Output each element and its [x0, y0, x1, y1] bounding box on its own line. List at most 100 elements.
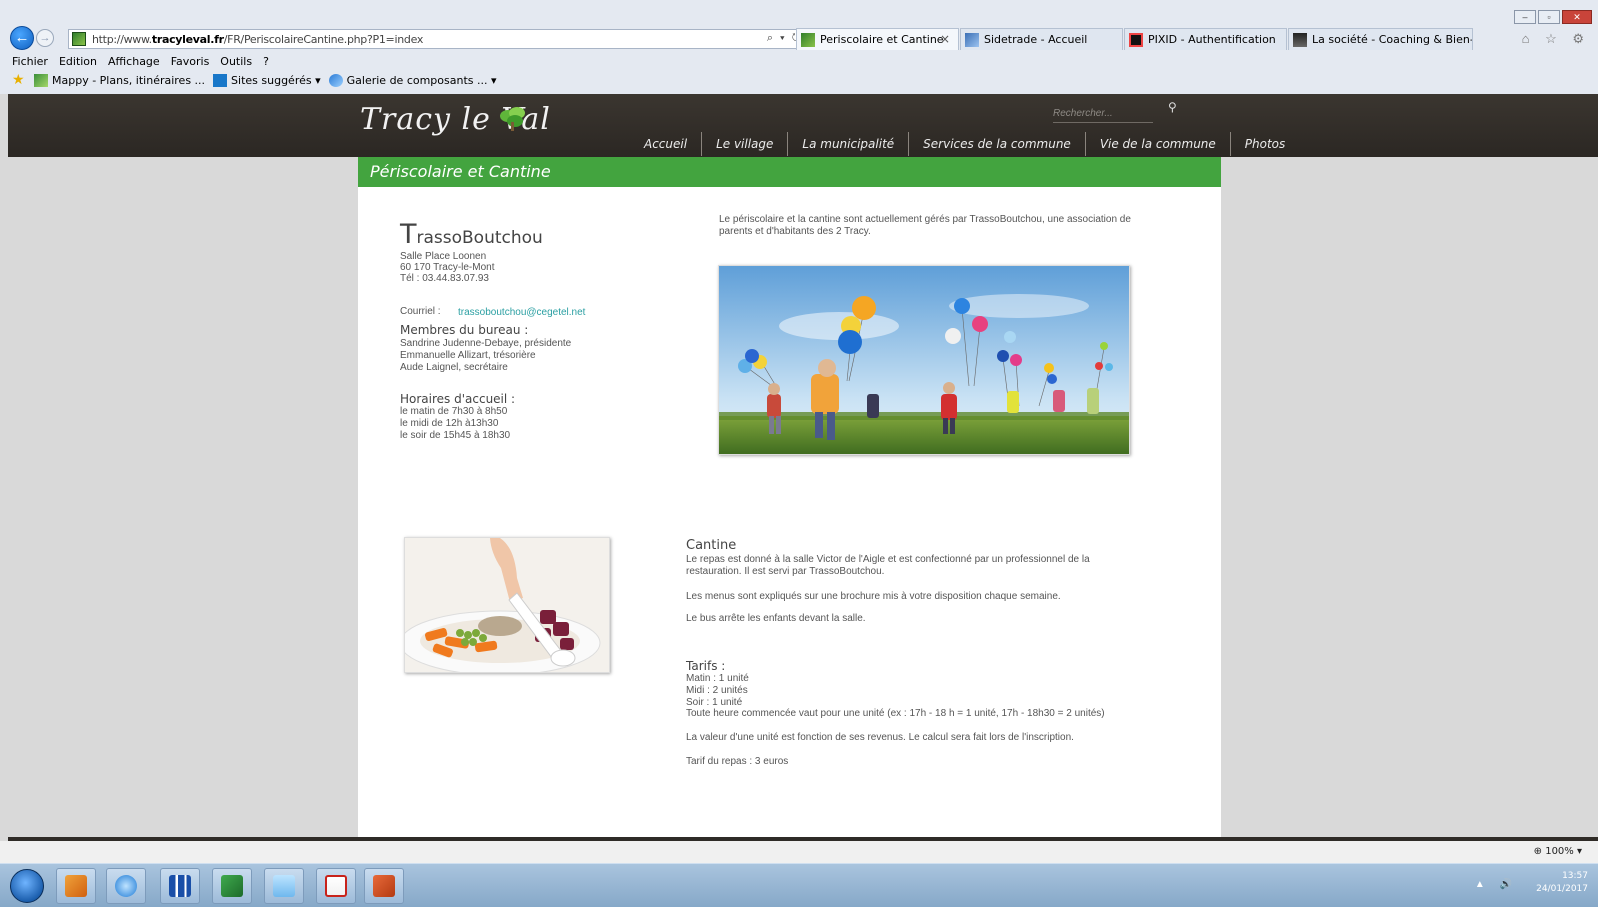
outlook-icon	[65, 875, 87, 897]
tab-label: Periscolaire et Cantine	[820, 33, 944, 46]
menu-help[interactable]: ?	[263, 55, 269, 68]
taskbar-remote-desktop[interactable]	[160, 868, 200, 904]
address-bar[interactable]: http://www.tracyleval.fr/FR/Periscolaire…	[68, 29, 810, 49]
window-controls: – ▫ ✕	[1514, 10, 1592, 24]
bureau-member: Aude Laignel, secrétaire	[400, 362, 508, 373]
tarifs-title: Tarifs :	[686, 659, 726, 673]
close-icon[interactable]: ✕	[1562, 10, 1592, 24]
back-button[interactable]: ←	[10, 26, 34, 50]
main-content: Périscolaire et Cantine TrassoBoutchou S…	[358, 157, 1221, 837]
phone-line: Tél : 03.44.83.07.93	[400, 273, 489, 284]
zoom-value: 100%	[1545, 846, 1574, 857]
tarif-line: Toute heure commencée vaut pour une unit…	[686, 708, 1105, 719]
remote-desktop-icon	[169, 875, 191, 897]
page-title-bar: Périscolaire et Cantine	[358, 157, 1221, 187]
powerpoint-icon	[373, 875, 395, 897]
home-favorites-settings-icons[interactable]: ⌂ ☆ ⚙	[1522, 31, 1590, 47]
tab-label: Sidetrade - Accueil	[984, 33, 1088, 46]
pixid-favicon-icon	[1129, 32, 1143, 47]
leaf-logo-icon	[500, 107, 525, 131]
coaching-favicon-icon	[1293, 32, 1307, 47]
nav-photos[interactable]: Photos	[1229, 132, 1299, 156]
children-balloons-photo	[718, 265, 1130, 455]
main-nav: Accueil Le village La municipalité Servi…	[636, 132, 1299, 156]
menu-favoris[interactable]: Favoris	[171, 55, 210, 68]
cantine-text: Le bus arrête les enfants devant la sall…	[686, 613, 866, 624]
nav-le-village[interactable]: Le village	[701, 132, 787, 156]
favorites-bar: ★ Mappy - Plans, itinéraires ... Sites s…	[12, 73, 497, 87]
url-text[interactable]: http://www.tracyleval.fr/FR/Periscolaire…	[92, 33, 423, 46]
favorite-mappy[interactable]: Mappy - Plans, itinéraires ...	[34, 74, 205, 87]
org-name-rest: rassoBoutchou	[416, 228, 543, 248]
close-tab-icon[interactable]: ×	[940, 32, 950, 46]
nav-accueil[interactable]: Accueil	[636, 132, 701, 156]
intro-line: Le périscolaire et la cantine sont actue…	[719, 214, 1131, 225]
org-initial: T	[400, 219, 417, 250]
nav-services[interactable]: Services de la commune	[908, 132, 1085, 156]
menu-edition[interactable]: Edition	[59, 55, 97, 68]
intro-line: parents et d'habitants des 2 Tracy.	[719, 226, 871, 237]
email-link[interactable]: trassoboutchou@cegetel.net	[458, 307, 585, 318]
internet-explorer-icon	[115, 875, 137, 897]
nav-vie-commune[interactable]: Vie de la commune	[1084, 132, 1230, 156]
zoom-level[interactable]: ⊕ 100% ▾	[1534, 846, 1582, 857]
cantine-text: Les menus sont expliqués sur une brochur…	[686, 591, 1061, 602]
horaire-line: le midi de 12h à13h30	[400, 418, 499, 429]
tab-sidetrade[interactable]: Sidetrade - Accueil	[960, 28, 1123, 50]
browser-chrome: ← → http://www.tracyleval.fr/FR/Periscol…	[0, 0, 1598, 94]
windows-taskbar: ▲ 🔊 13:57 24/01/2017	[0, 863, 1598, 907]
bureau-member: Sandrine Judenne-Debaye, présidente	[400, 338, 572, 349]
maximize-icon[interactable]: ▫	[1538, 10, 1560, 24]
org-name: TrassoBoutchou	[400, 219, 543, 250]
clock[interactable]: 13:57 24/01/2017	[1536, 870, 1588, 896]
bing-icon	[213, 74, 228, 87]
search-input[interactable]	[1053, 105, 1153, 123]
search-icon[interactable]: ⚲	[1168, 100, 1177, 114]
tab-label: PIXID - Authentification	[1148, 33, 1276, 46]
site-header: Tracy le Val ⚲ Accueil Le village La mun…	[8, 94, 1598, 157]
start-button[interactable]	[10, 869, 44, 903]
horaire-line: le matin de 7h30 à 8h50	[400, 406, 508, 417]
site-favicon-icon	[801, 32, 815, 47]
tab-pixid[interactable]: PIXID - Authentification	[1124, 28, 1287, 50]
favorite-label: Galerie de composants ... ▾	[346, 74, 497, 87]
taskbar-pdf[interactable]	[316, 868, 356, 904]
favorite-label: Mappy - Plans, itinéraires ...	[52, 74, 206, 87]
tarif-text: Tarif du repas : 3 euros	[686, 756, 789, 767]
minimize-icon[interactable]: –	[1514, 10, 1536, 24]
forward-button[interactable]: →	[36, 29, 54, 47]
taskbar-notepad[interactable]	[264, 868, 304, 904]
tarif-text: La valeur d'une unité est fonction de se…	[686, 732, 1074, 743]
tarif-line: Midi : 2 unités	[686, 685, 748, 696]
clock-time: 13:57	[1562, 871, 1588, 881]
taskbar-powerpoint[interactable]	[364, 868, 404, 904]
bureau-member: Emmanuelle Allizart, trésorière	[400, 350, 536, 361]
taskbar-outlook[interactable]	[56, 868, 96, 904]
menu-fichier[interactable]: Fichier	[12, 55, 48, 68]
menu-affichage[interactable]: Affichage	[108, 55, 160, 68]
notepad-icon	[273, 875, 295, 897]
menu-outils[interactable]: Outils	[220, 55, 252, 68]
tarif-line: Matin : 1 unité	[686, 673, 749, 684]
site-favicon-icon	[72, 32, 86, 46]
clock-date: 24/01/2017	[1536, 884, 1588, 894]
mappy-icon	[34, 74, 48, 87]
child-eating-photo	[404, 537, 610, 673]
favorites-star-icon[interactable]: ★	[12, 73, 26, 87]
favorite-sites-suggeres[interactable]: Sites suggérés ▾	[213, 74, 321, 87]
cantine-text: Le repas est donné à la salle Victor de …	[686, 554, 1090, 565]
horaires-title: Horaires d'accueil :	[400, 392, 516, 406]
menu-bar: Fichier Edition Affichage Favoris Outils…	[12, 55, 269, 68]
tab-periscolaire[interactable]: Periscolaire et Cantine ×	[796, 28, 959, 50]
horaire-line: le soir de 15h45 à 18h30	[400, 430, 511, 441]
excel-icon	[221, 875, 243, 897]
system-tray-icons[interactable]: ▲ 🔊	[1475, 879, 1518, 890]
tab-coaching[interactable]: La société - Coaching & Bien-...	[1288, 28, 1473, 50]
taskbar-excel[interactable]	[212, 868, 252, 904]
cantine-title: Cantine	[686, 538, 737, 553]
zoom-icon: ⊕	[1533, 846, 1543, 857]
favorite-galerie[interactable]: Galerie de composants ... ▾	[328, 74, 497, 87]
taskbar-internet-explorer[interactable]	[106, 868, 146, 904]
nav-la-municipalite[interactable]: La municipalité	[787, 132, 908, 156]
bureau-title: Membres du bureau :	[400, 323, 529, 337]
